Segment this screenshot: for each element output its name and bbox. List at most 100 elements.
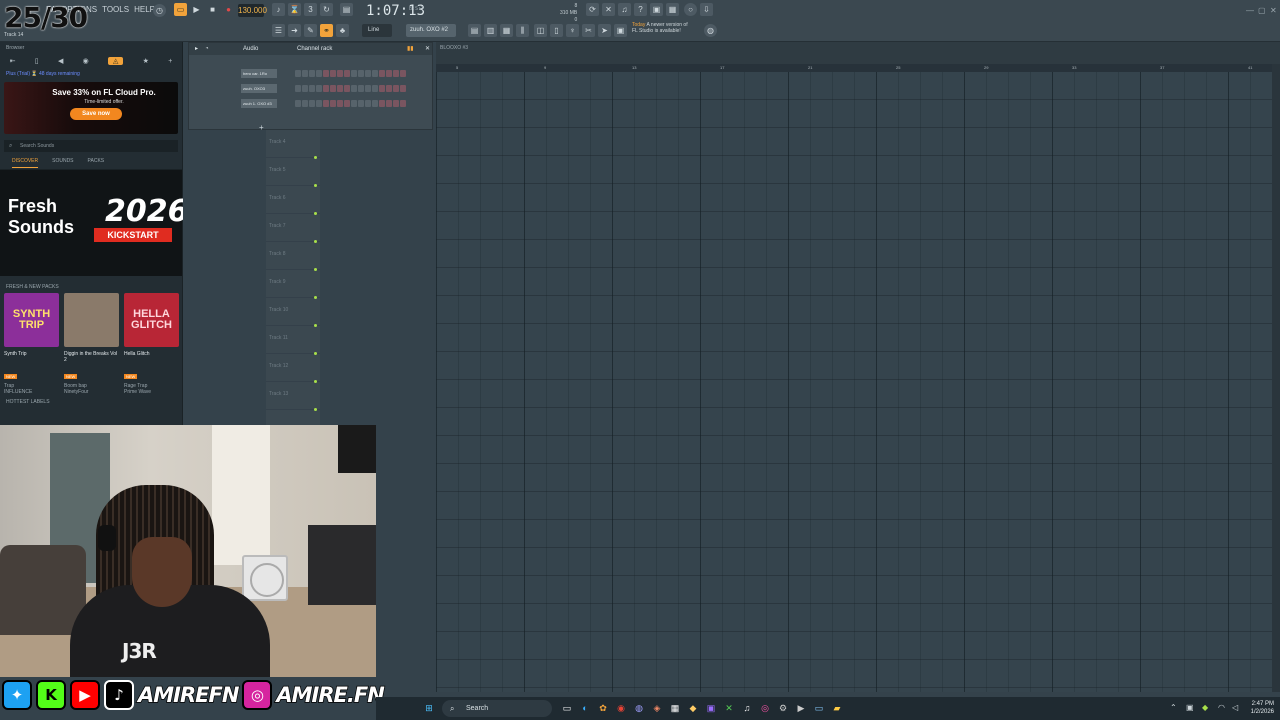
menu-item-help[interactable]: HELP — [134, 5, 155, 14]
back-icon[interactable]: ⇤ — [10, 57, 16, 65]
channel-row[interactable]: zuuh 1. OXO #3 — [195, 99, 427, 110]
rack-swing-icon[interactable]: ◔ — [205, 43, 209, 55]
rack-close-icon[interactable]: ✕ — [425, 43, 430, 55]
stop-button[interactable]: ■ — [206, 3, 219, 16]
timeline-ruler[interactable]: 5 9 13 17 21 25 29 33 37 41 — [436, 64, 1272, 72]
hero-banner[interactable]: Fresh Sounds 2026 KICKSTART — [0, 170, 189, 276]
chrome-icon[interactable]: ◉ — [614, 701, 628, 715]
media-icon[interactable]: ▶ — [794, 701, 808, 715]
channel-row[interactable]: zuuh. OXO3 — [195, 84, 427, 95]
download-icon[interactable]: ⇩ — [700, 3, 713, 16]
playlist-grid[interactable] — [436, 72, 1272, 692]
xbox-icon[interactable]: ✕ — [722, 701, 736, 715]
plugin-icon[interactable]: ◫ — [534, 24, 547, 37]
tools-icon[interactable]: ✕ — [602, 3, 615, 16]
mixer-icon[interactable]: ⫼ — [516, 24, 529, 37]
task-view-icon[interactable]: ▭ — [560, 701, 574, 715]
file-explorer-icon[interactable]: ▰ — [830, 701, 844, 715]
minimize-icon[interactable]: — — [1246, 6, 1254, 15]
pattern-selector[interactable]: zuuh. OXO #2 — [406, 24, 456, 37]
channel-rack-icon[interactable]: ▦ — [500, 24, 513, 37]
browser-window-icon[interactable]: ▯ — [550, 24, 563, 37]
channel-rack-header[interactable]: ▸ ◔ Audio Channel rack ▮▮ ✕ — [189, 43, 432, 55]
globe-icon[interactable]: ◍ — [704, 24, 717, 37]
step-edit-icon[interactable]: ▤ — [340, 3, 353, 16]
tray-chevron-icon[interactable]: ⌃ — [1170, 703, 1177, 712]
track-header[interactable]: Track 11 — [266, 326, 320, 355]
wifi-icon[interactable]: ◠ — [1218, 703, 1225, 712]
clock-icon[interactable]: ◷ — [153, 4, 166, 17]
pack-card[interactable]: HELLA GLITCH Hella Glitch NEW Rage Trap … — [124, 293, 179, 395]
plugin-db-icon[interactable]: ◉ — [83, 57, 89, 65]
tray-nvidia-icon[interactable]: ◆ — [1202, 703, 1208, 712]
channel-filter[interactable]: Audio — [243, 43, 258, 55]
metronome-icon[interactable]: ♪ — [272, 3, 285, 16]
track-header[interactable]: Track 12 — [266, 354, 320, 383]
playlist-window-icon[interactable]: ▤ — [468, 24, 481, 37]
news-icon[interactable]: ▣ — [614, 24, 627, 37]
file-icon[interactable]: ▯ — [35, 57, 39, 65]
graph-icon[interactable]: ▮▮ — [407, 43, 414, 55]
pack-card[interactable]: SYNTH TRIP Synth Trip NEW Trap INFLUENCE — [4, 293, 59, 395]
close-icon[interactable]: ✕ — [1270, 6, 1277, 15]
pattern-song-toggle[interactable]: ▭ — [174, 3, 187, 16]
refresh-icon[interactable]: ⟳ — [586, 3, 599, 16]
playlist-icon[interactable]: ☰ — [272, 24, 285, 37]
nav-left-icon[interactable]: ◀ — [58, 57, 63, 65]
save-icon[interactable]: ▣ — [650, 3, 663, 16]
tab-discover[interactable]: DISCOVER — [12, 158, 39, 168]
app-icon[interactable]: ▣ — [704, 701, 718, 715]
piano-roll-icon[interactable]: ▥ — [484, 24, 497, 37]
track-header[interactable]: Track 13 — [266, 382, 320, 411]
monitor-icon[interactable]: ▭ — [812, 701, 826, 715]
stamp-icon[interactable]: ♣ — [336, 24, 349, 37]
arrow-icon[interactable]: ➜ — [288, 24, 301, 37]
track-header[interactable]: Track 6 — [266, 186, 320, 215]
app-icon[interactable]: ▦ — [668, 701, 682, 715]
tempo-display[interactable]: 130.000 — [238, 4, 267, 17]
loop-record-icon[interactable]: ↻ — [320, 3, 333, 16]
play-button[interactable]: ▶ — [190, 3, 203, 16]
track-header[interactable]: Track 5 — [266, 158, 320, 187]
app-icon[interactable]: ◍ — [632, 701, 646, 715]
channel-name[interactable]: zuuh 1. OXO #3 — [241, 99, 277, 108]
app-icon[interactable]: ◈ — [650, 701, 664, 715]
pencil-icon[interactable]: ✎ — [304, 24, 317, 37]
taskbar-clock[interactable]: 2:47 PM 1/2/2026 — [1251, 700, 1274, 716]
track-header[interactable]: Track 9 — [266, 270, 320, 299]
tray-app-icon[interactable]: ▣ — [1186, 703, 1194, 712]
star-icon[interactable]: ★ — [143, 57, 149, 65]
export-icon[interactable]: ▦ — [666, 3, 679, 16]
track-header[interactable]: Track 10 — [266, 298, 320, 327]
volume-icon[interactable]: ◁ — [1232, 703, 1238, 712]
trial-status[interactable]: Plus (Trial) ⏳ 48 days remaining — [0, 68, 182, 80]
channel-name[interactable]: hero car. 1Ro — [241, 69, 277, 78]
app-icon[interactable]: ♫ — [740, 701, 754, 715]
app-icon[interactable]: ◎ — [758, 701, 772, 715]
promo-banner[interactable]: Save 33% on FL Cloud Pro. Time-limited o… — [4, 82, 178, 134]
help-icon[interactable]: ? — [634, 3, 647, 16]
edge-icon[interactable]: ◐ — [578, 701, 592, 715]
tuner-icon[interactable]: ♆ — [566, 24, 579, 37]
rack-menu-icon[interactable]: ▸ — [195, 43, 198, 55]
cut-icon[interactable]: ✂ — [582, 24, 595, 37]
save-now-button[interactable]: Save now — [70, 108, 122, 120]
wait-icon[interactable]: ⌛ — [288, 3, 301, 16]
track-header[interactable]: Track 8 — [266, 242, 320, 271]
chat-icon[interactable]: ○ — [684, 3, 697, 16]
channel-row[interactable]: hero car. 1Ro — [195, 69, 427, 80]
app-icon[interactable]: ◆ — [686, 701, 700, 715]
track-header[interactable]: Track 4 — [266, 130, 320, 159]
pack-card[interactable]: Diggin in the Breaks Vol 2 NEW Boom bap … — [64, 293, 119, 395]
news-panel[interactable]: Today A newer version of FL Studio is av… — [632, 22, 688, 34]
snap-selector[interactable]: Line — [362, 24, 392, 37]
tab-sounds[interactable]: SOUNDS — [52, 158, 73, 169]
sounds-search-input[interactable]: ⌕ Search Sounds — [4, 140, 178, 152]
taskbar-search[interactable]: ⌕ Search — [442, 700, 552, 717]
sounds-icon[interactable]: ◬ — [108, 57, 124, 65]
link-icon[interactable]: ⚭ — [320, 24, 333, 37]
mic-icon[interactable]: ♫ — [618, 3, 631, 16]
menu-item-tools[interactable]: TOOLS — [102, 5, 129, 14]
tab-packs[interactable]: PACKS — [88, 158, 105, 169]
add-icon[interactable]: + — [168, 58, 172, 65]
